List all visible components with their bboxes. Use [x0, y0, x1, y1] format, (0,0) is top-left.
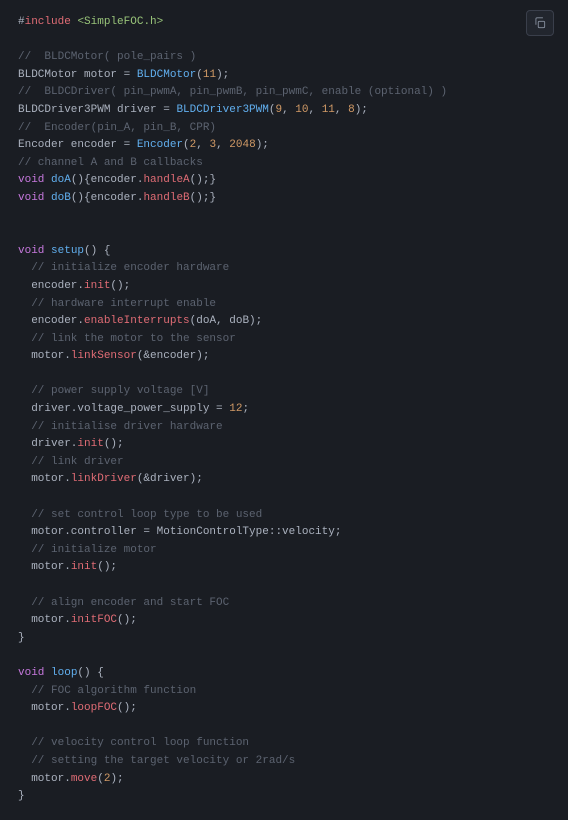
code-block: #include <SimpleFOC.h> // BLDCMotor( pol… [0, 0, 568, 820]
code-line: # [18, 16, 25, 28]
copy-button[interactable] [526, 10, 554, 36]
code-comment: // BLDCMotor( pole_pairs ) [18, 51, 196, 63]
copy-icon [533, 16, 547, 30]
